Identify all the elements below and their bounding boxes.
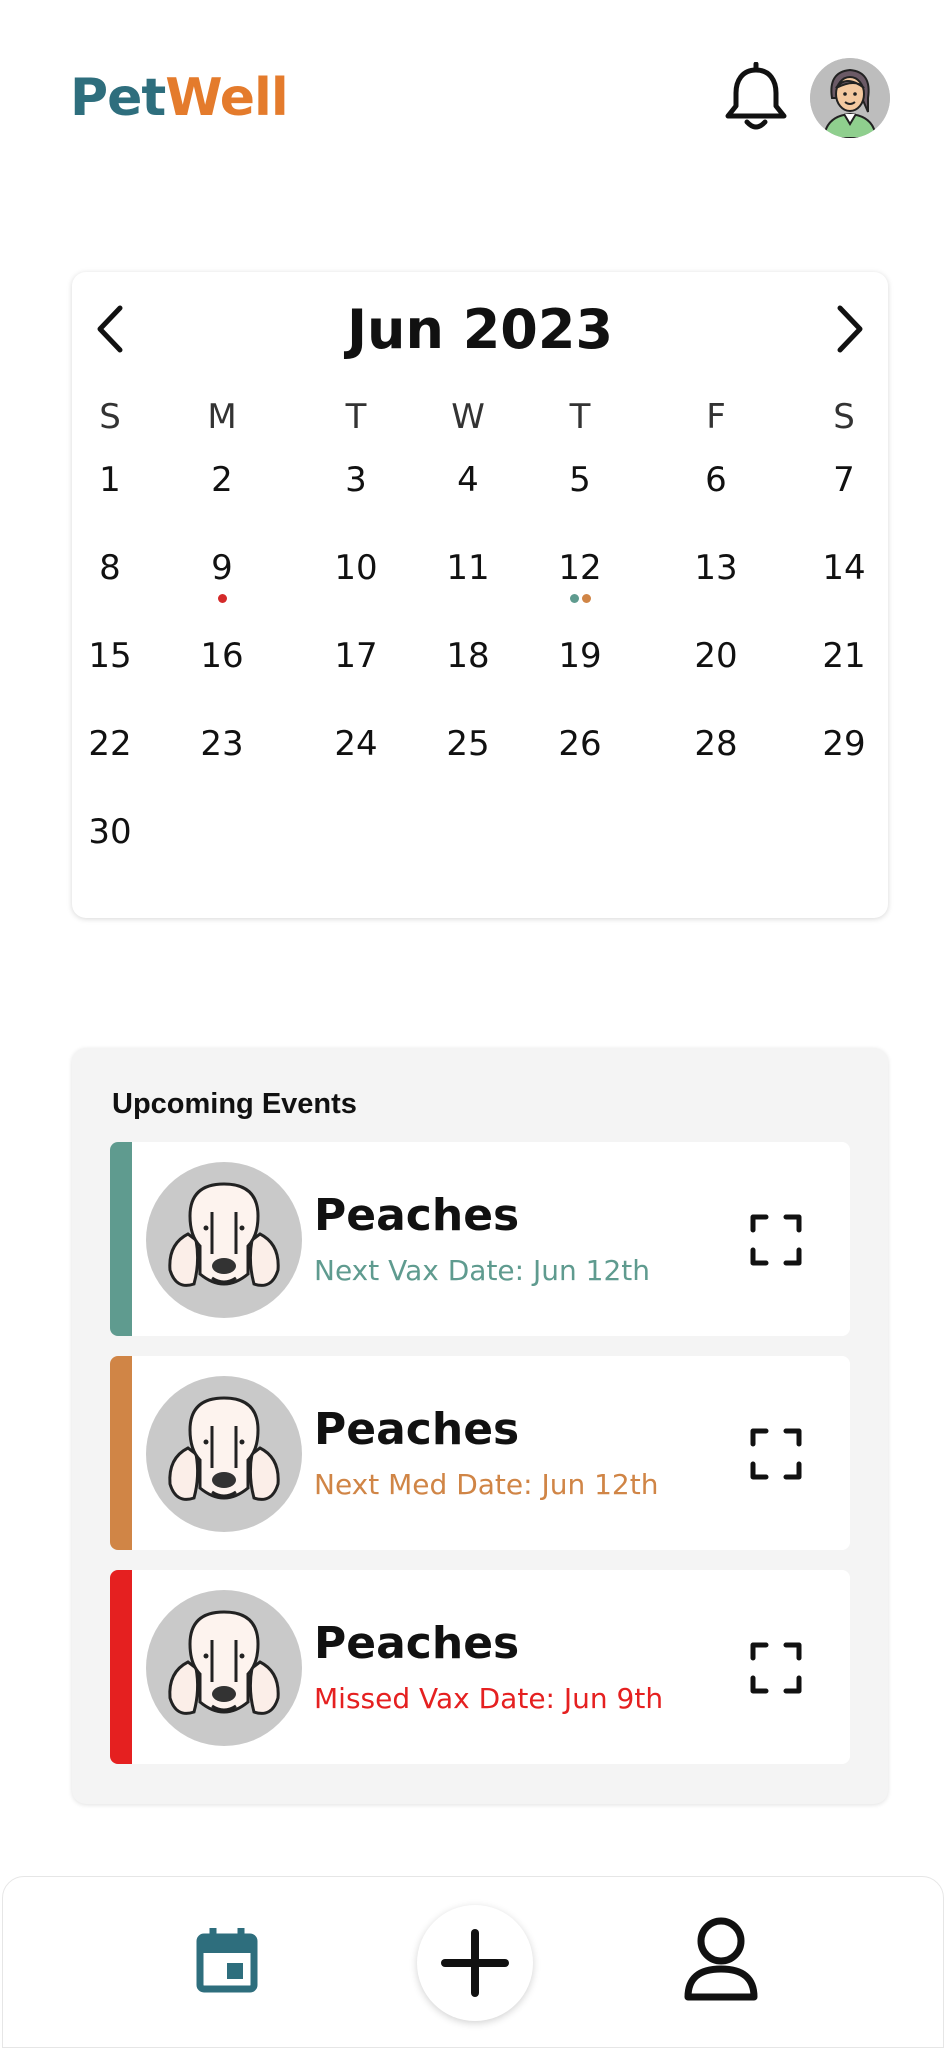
add-icon bbox=[441, 1929, 509, 1997]
calendar-day[interactable]: 20 bbox=[676, 636, 756, 676]
event-card[interactable]: Peaches Next Med Date: Jun 12th bbox=[110, 1356, 850, 1550]
calendar-day[interactable]: 8 bbox=[70, 548, 150, 588]
calendar-icon[interactable] bbox=[195, 1925, 259, 1993]
event-color-stripe bbox=[110, 1356, 132, 1550]
calendar-day[interactable]: 5 bbox=[540, 460, 620, 500]
calendar-day[interactable]: 25 bbox=[428, 724, 508, 764]
calendar-day[interactable]: 29 bbox=[804, 724, 884, 764]
calendar-day[interactable]: 22 bbox=[70, 724, 150, 764]
user-avatar[interactable] bbox=[810, 58, 890, 138]
event-dot bbox=[217, 594, 227, 603]
calendar-day[interactable]: 30 bbox=[70, 812, 150, 852]
weekday-label: W bbox=[451, 397, 485, 437]
event-color-stripe bbox=[110, 1142, 132, 1336]
calendar-day[interactable]: 9 bbox=[182, 548, 262, 588]
calendar-day[interactable]: 1 bbox=[70, 460, 150, 500]
expand-icon[interactable] bbox=[750, 1214, 802, 1266]
weekday-label: M bbox=[207, 397, 237, 437]
pet-avatar bbox=[146, 1376, 302, 1532]
expand-icon[interactable] bbox=[750, 1642, 802, 1694]
logo-text-pet: Pet bbox=[70, 68, 166, 128]
app-logo: PetWell bbox=[70, 68, 289, 128]
pet-name: Peaches bbox=[314, 1404, 520, 1455]
weekday-label: T bbox=[569, 397, 591, 437]
calendar-day[interactable]: 16 bbox=[182, 636, 262, 676]
calendar-day[interactable]: 3 bbox=[316, 460, 396, 500]
event-card[interactable]: Peaches Missed Vax Date: Jun 9th bbox=[110, 1570, 850, 1764]
calendar-month-title: Jun 2023 bbox=[346, 298, 614, 361]
pet-avatar bbox=[146, 1162, 302, 1318]
pet-name: Peaches bbox=[314, 1618, 520, 1669]
event-date-label: Next Med Date: Jun 12th bbox=[314, 1468, 659, 1501]
profile-icon[interactable] bbox=[683, 1915, 759, 2003]
calendar-day[interactable]: 14 bbox=[804, 548, 884, 588]
calendar-day[interactable]: 17 bbox=[316, 636, 396, 676]
bottom-navigation-bar bbox=[2, 1876, 944, 2048]
add-button[interactable] bbox=[417, 1905, 533, 2021]
expand-icon[interactable] bbox=[750, 1428, 802, 1480]
calendar-day[interactable]: 4 bbox=[428, 460, 508, 500]
event-dot bbox=[569, 594, 579, 603]
calendar-day[interactable]: 2 bbox=[182, 460, 262, 500]
calendar-day[interactable]: 15 bbox=[70, 636, 150, 676]
upcoming-events-title: Upcoming Events bbox=[112, 1088, 357, 1120]
weekday-label: S bbox=[833, 397, 855, 437]
calendar-day[interactable]: 18 bbox=[428, 636, 508, 676]
calendar-day[interactable]: 11 bbox=[428, 548, 508, 588]
logo-text-well: Well bbox=[165, 68, 288, 128]
calendar-day[interactable]: 13 bbox=[676, 548, 756, 588]
event-dot bbox=[581, 594, 591, 603]
event-date-label: Missed Vax Date: Jun 9th bbox=[314, 1682, 664, 1715]
calendar-day[interactable]: 7 bbox=[804, 460, 884, 500]
weekday-label: S bbox=[99, 397, 121, 437]
calendar-day[interactable]: 23 bbox=[182, 724, 262, 764]
calendar-day[interactable]: 10 bbox=[316, 548, 396, 588]
calendar-day[interactable]: 26 bbox=[540, 724, 620, 764]
weekday-label: F bbox=[706, 397, 726, 437]
calendar-day[interactable]: 21 bbox=[804, 636, 884, 676]
event-color-stripe bbox=[110, 1570, 132, 1764]
next-month-button[interactable] bbox=[830, 302, 870, 356]
event-card[interactable]: Peaches Next Vax Date: Jun 12th bbox=[110, 1142, 850, 1336]
notification-bell-icon[interactable] bbox=[722, 61, 790, 132]
calendar-day[interactable]: 12 bbox=[540, 548, 620, 588]
upcoming-events-panel: Upcoming Events Peaches Next Vax Date: J… bbox=[72, 1048, 888, 1804]
calendar-day[interactable]: 6 bbox=[676, 460, 756, 500]
calendar-day[interactable]: 24 bbox=[316, 724, 396, 764]
weekday-label: T bbox=[345, 397, 367, 437]
pet-name: Peaches bbox=[314, 1190, 520, 1241]
event-date-label: Next Vax Date: Jun 12th bbox=[314, 1254, 650, 1287]
pet-avatar bbox=[146, 1590, 302, 1746]
calendar-day[interactable]: 28 bbox=[676, 724, 756, 764]
calendar-day[interactable]: 19 bbox=[540, 636, 620, 676]
calendar-card: Jun 2023 S M T W T F S 1 2 3 4 5 6 7 8 9 10 11 12 13 14 15 16 1… bbox=[72, 272, 888, 918]
